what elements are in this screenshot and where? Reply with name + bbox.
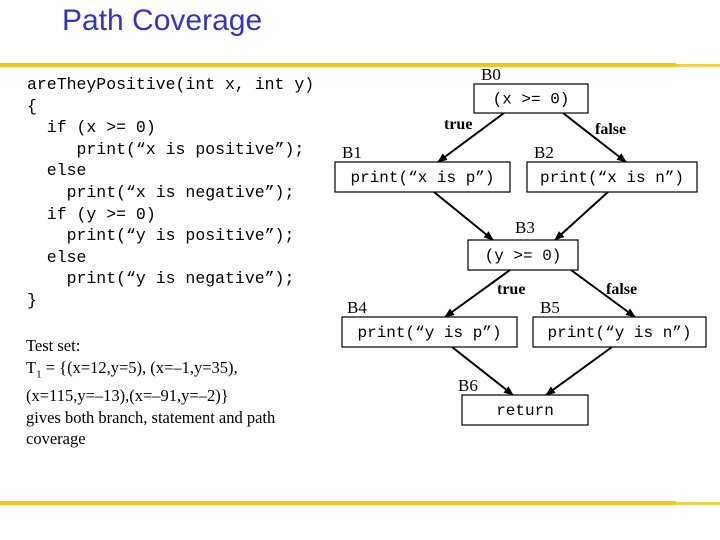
block-code: (y >= 0) [485, 247, 562, 265]
edge-label-true: true [497, 281, 525, 298]
bottom-divider-tail [676, 502, 720, 505]
block-b3: B3 (y >= 0) [467, 218, 579, 271]
block-label: B5 [540, 298, 560, 317]
block-b6: B6 return [458, 376, 589, 426]
block-label: B3 [515, 218, 535, 237]
edge-label-false: false [595, 121, 626, 138]
block-code: (x >= 0) [493, 91, 570, 109]
edge-b1-b3 [433, 191, 494, 241]
block-code: print(“y is p”) [357, 324, 501, 342]
edge-label-true: true [444, 116, 472, 133]
cfg-blocks: B0 (x >= 0) B1 print(“x is p”) B2 print(“x is… [334, 65, 707, 426]
block-label: B1 [342, 143, 362, 162]
block-code: print(“x is p”) [350, 169, 494, 187]
block-label: B6 [458, 376, 478, 395]
block-label: B0 [481, 65, 501, 84]
bottom-divider [0, 501, 676, 505]
edge-b2-b3 [554, 191, 609, 241]
block-b1: B1 print(“x is p”) [334, 143, 511, 193]
block-code: print(“y is n”) [547, 324, 691, 342]
block-label: B2 [534, 143, 554, 162]
control-flow-graph: true false true false B0 (x >= 0) B1 print(“x … [334, 65, 707, 426]
block-label: B4 [347, 298, 367, 317]
block-code: print(“x is n”) [540, 169, 684, 187]
edge-label-false: false [606, 281, 637, 298]
block-b0: B0 (x >= 0) [473, 65, 589, 114]
block-b4: B4 print(“y is p”) [341, 298, 518, 348]
block-code: return [496, 402, 554, 420]
edge-b5-b6 [545, 346, 613, 396]
